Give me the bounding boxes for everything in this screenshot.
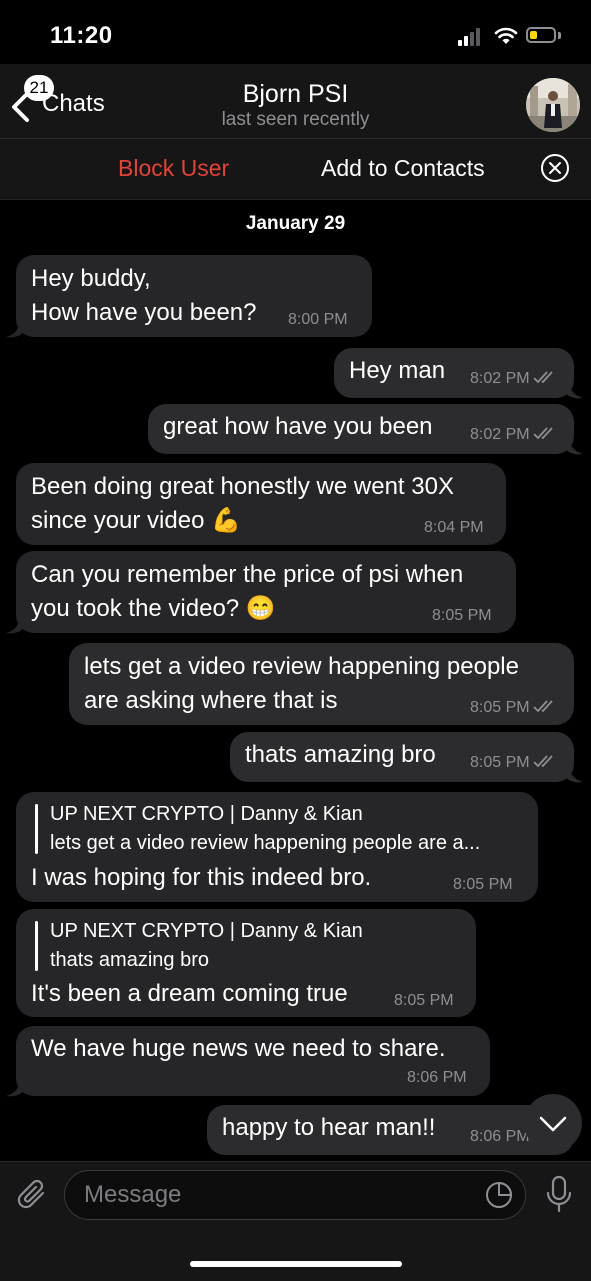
reply-quote-bar — [35, 804, 38, 854]
message-text: Can you remember the price of psi when — [31, 561, 464, 588]
message-text: you took the video? 😁 — [31, 595, 276, 622]
battery-tip — [558, 32, 561, 39]
message-time: 8:04 PM — [424, 519, 484, 536]
message-time: 8:05 PM — [394, 992, 454, 1009]
add-to-contacts-button[interactable]: Add to Contacts — [321, 155, 485, 182]
message-time-text: 8:05 PM — [470, 699, 530, 716]
chat-title[interactable]: Bjorn PSI — [0, 80, 591, 109]
message-time-text: 8:05 PM — [470, 754, 530, 771]
message-time: 8:02 PM — [470, 426, 557, 444]
message-time-text: 8:02 PM — [470, 370, 530, 387]
reply-quote-bar — [35, 921, 38, 971]
message-time: 8:05 PM — [432, 607, 492, 624]
status-time: 11:20 — [50, 22, 113, 49]
message-time: 8:02 PM — [470, 370, 557, 388]
bubble-tail — [563, 764, 583, 783]
scroll-to-bottom-button[interactable] — [524, 1094, 582, 1152]
chevron-down-icon — [539, 1116, 567, 1132]
message-time: 8:06 PM — [470, 1128, 530, 1145]
block-user-button[interactable]: Block User — [118, 155, 229, 182]
action-bar — [0, 139, 591, 200]
bubble-tail — [6, 1078, 26, 1097]
wifi-icon — [494, 27, 518, 44]
message-text: Been doing great honestly we went 30X — [31, 473, 454, 500]
read-receipt-icon — [532, 371, 553, 384]
message-text: We have huge news we need to share. — [31, 1035, 446, 1062]
paperclip-icon[interactable] — [16, 1178, 50, 1212]
reply-preview: lets get a video review happening people… — [50, 832, 481, 854]
home-indicator — [190, 1261, 402, 1267]
message-text: are asking where that is — [84, 687, 338, 714]
message-time: 8:06 PM — [407, 1069, 467, 1086]
reply-sender: UP NEXT CRYPTO | Danny & Kian — [50, 803, 363, 825]
bubble-tail — [6, 319, 26, 338]
read-receipt-icon — [532, 755, 553, 768]
message-text: lets get a video review happening people — [84, 653, 519, 680]
message-text: happy to hear man!! — [222, 1114, 436, 1141]
bubble-tail — [563, 436, 583, 455]
battery-icon — [526, 27, 556, 43]
chat-subtitle: last seen recently — [221, 109, 370, 130]
message-text: How have you been? — [31, 299, 257, 326]
bubble-tail — [6, 615, 26, 634]
avatar[interactable] — [526, 78, 580, 132]
reply-sender: UP NEXT CRYPTO | Danny & Kian — [50, 920, 363, 942]
message-time: 8:00 PM — [288, 311, 348, 328]
message-time: 8:05 PM — [470, 699, 557, 717]
message-text: Hey buddy, — [31, 265, 151, 292]
reply-preview: thats amazing bro — [50, 949, 209, 971]
message-text: Hey man — [349, 357, 446, 384]
bubble-tail — [563, 380, 583, 399]
message-input-placeholder: Message — [84, 1181, 182, 1208]
read-receipt-icon — [532, 700, 553, 713]
message-time: 8:05 PM — [470, 754, 557, 772]
message-text: It's been a dream coming true — [31, 980, 348, 1007]
message-text: I was hoping for this indeed bro. — [31, 864, 372, 891]
message-time: 8:05 PM — [453, 876, 513, 893]
sticker-icon[interactable] — [484, 1180, 514, 1210]
message-time-text: 8:02 PM — [470, 426, 530, 443]
message-text: great how have you been — [163, 413, 433, 440]
close-icon[interactable] — [541, 154, 569, 182]
message-text: since your video 💪 — [31, 507, 241, 534]
read-receipt-icon — [532, 427, 553, 440]
cellular-signal-icon — [458, 28, 484, 46]
message-text: thats amazing bro — [245, 741, 436, 768]
date-separator: January 29 — [245, 213, 346, 234]
microphone-icon[interactable] — [544, 1174, 574, 1214]
